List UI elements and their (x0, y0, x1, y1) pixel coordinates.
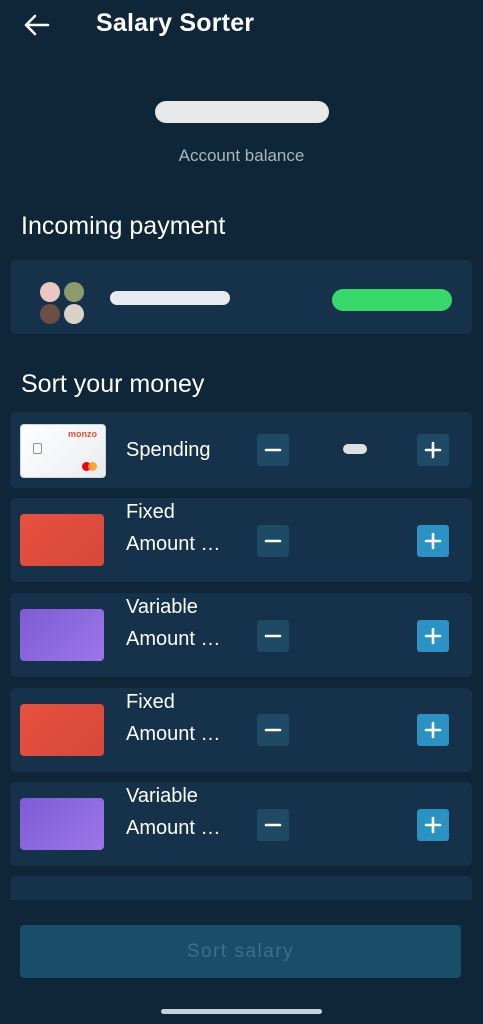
minus-icon (264, 823, 282, 827)
pot-label: Fixed Amount … (126, 691, 221, 745)
minus-icon (264, 448, 282, 452)
pot-label: Variable Amount … (126, 785, 221, 839)
plus-icon (424, 816, 442, 834)
pot-label: Variable Amount … (126, 596, 221, 650)
pot-thumbnail-red (20, 514, 104, 566)
back-button[interactable] (20, 8, 54, 42)
pot-thumbnail-red (20, 704, 104, 756)
card-thumbnail: monzo (20, 424, 106, 478)
decrease-button[interactable] (257, 809, 289, 841)
plus-icon (424, 532, 442, 550)
app-header: Salary Sorter (0, 0, 483, 50)
incoming-section-title: Incoming payment (21, 212, 226, 240)
incoming-payment-card (10, 260, 472, 334)
plus-icon (424, 627, 442, 645)
pot-row-variable-1: Variable Amount … (10, 593, 472, 677)
payer-avatar (40, 282, 90, 324)
decrease-button[interactable] (257, 525, 289, 557)
payer-amount-redacted (332, 285, 452, 322)
increase-button[interactable] (417, 809, 449, 841)
back-arrow-icon (24, 14, 50, 36)
pot-row-fixed-1: Fixed Amount … (10, 498, 472, 582)
balance-redacted (154, 101, 329, 123)
card-chip-icon (33, 443, 42, 454)
pot-label: Spending (126, 439, 211, 461)
decrease-button[interactable] (257, 620, 289, 652)
home-indicator[interactable] (161, 1009, 322, 1014)
pot-label: Fixed Amount … (126, 501, 221, 555)
plus-icon (424, 721, 442, 739)
decrease-button[interactable] (257, 434, 289, 466)
balance-label: Account balance (178, 146, 305, 165)
sort-salary-button[interactable]: Sort salary (20, 925, 461, 978)
balance-amount (0, 95, 483, 129)
increase-button[interactable] (417, 525, 449, 557)
minus-icon (264, 539, 282, 543)
increase-button[interactable] (417, 714, 449, 746)
pot-amount-redacted (300, 440, 410, 463)
increase-button[interactable] (417, 434, 449, 466)
payer-name-redacted (110, 285, 230, 317)
card-brand: monzo (68, 429, 97, 439)
decrease-button[interactable] (257, 714, 289, 746)
increase-button[interactable] (417, 620, 449, 652)
pot-row-variable-2: Variable Amount … (10, 782, 472, 866)
pot-thumbnail-purple (20, 798, 104, 850)
page-title: Salary Sorter (96, 9, 255, 37)
pot-row-fixed-2: Fixed Amount … (10, 688, 472, 772)
pot-row-spending: monzo Spending (10, 412, 472, 488)
pot-thumbnail-purple (20, 609, 104, 661)
sort-section-title: Sort your money (21, 370, 205, 398)
plus-icon (424, 441, 442, 459)
minus-icon (264, 634, 282, 638)
minus-icon (264, 728, 282, 732)
